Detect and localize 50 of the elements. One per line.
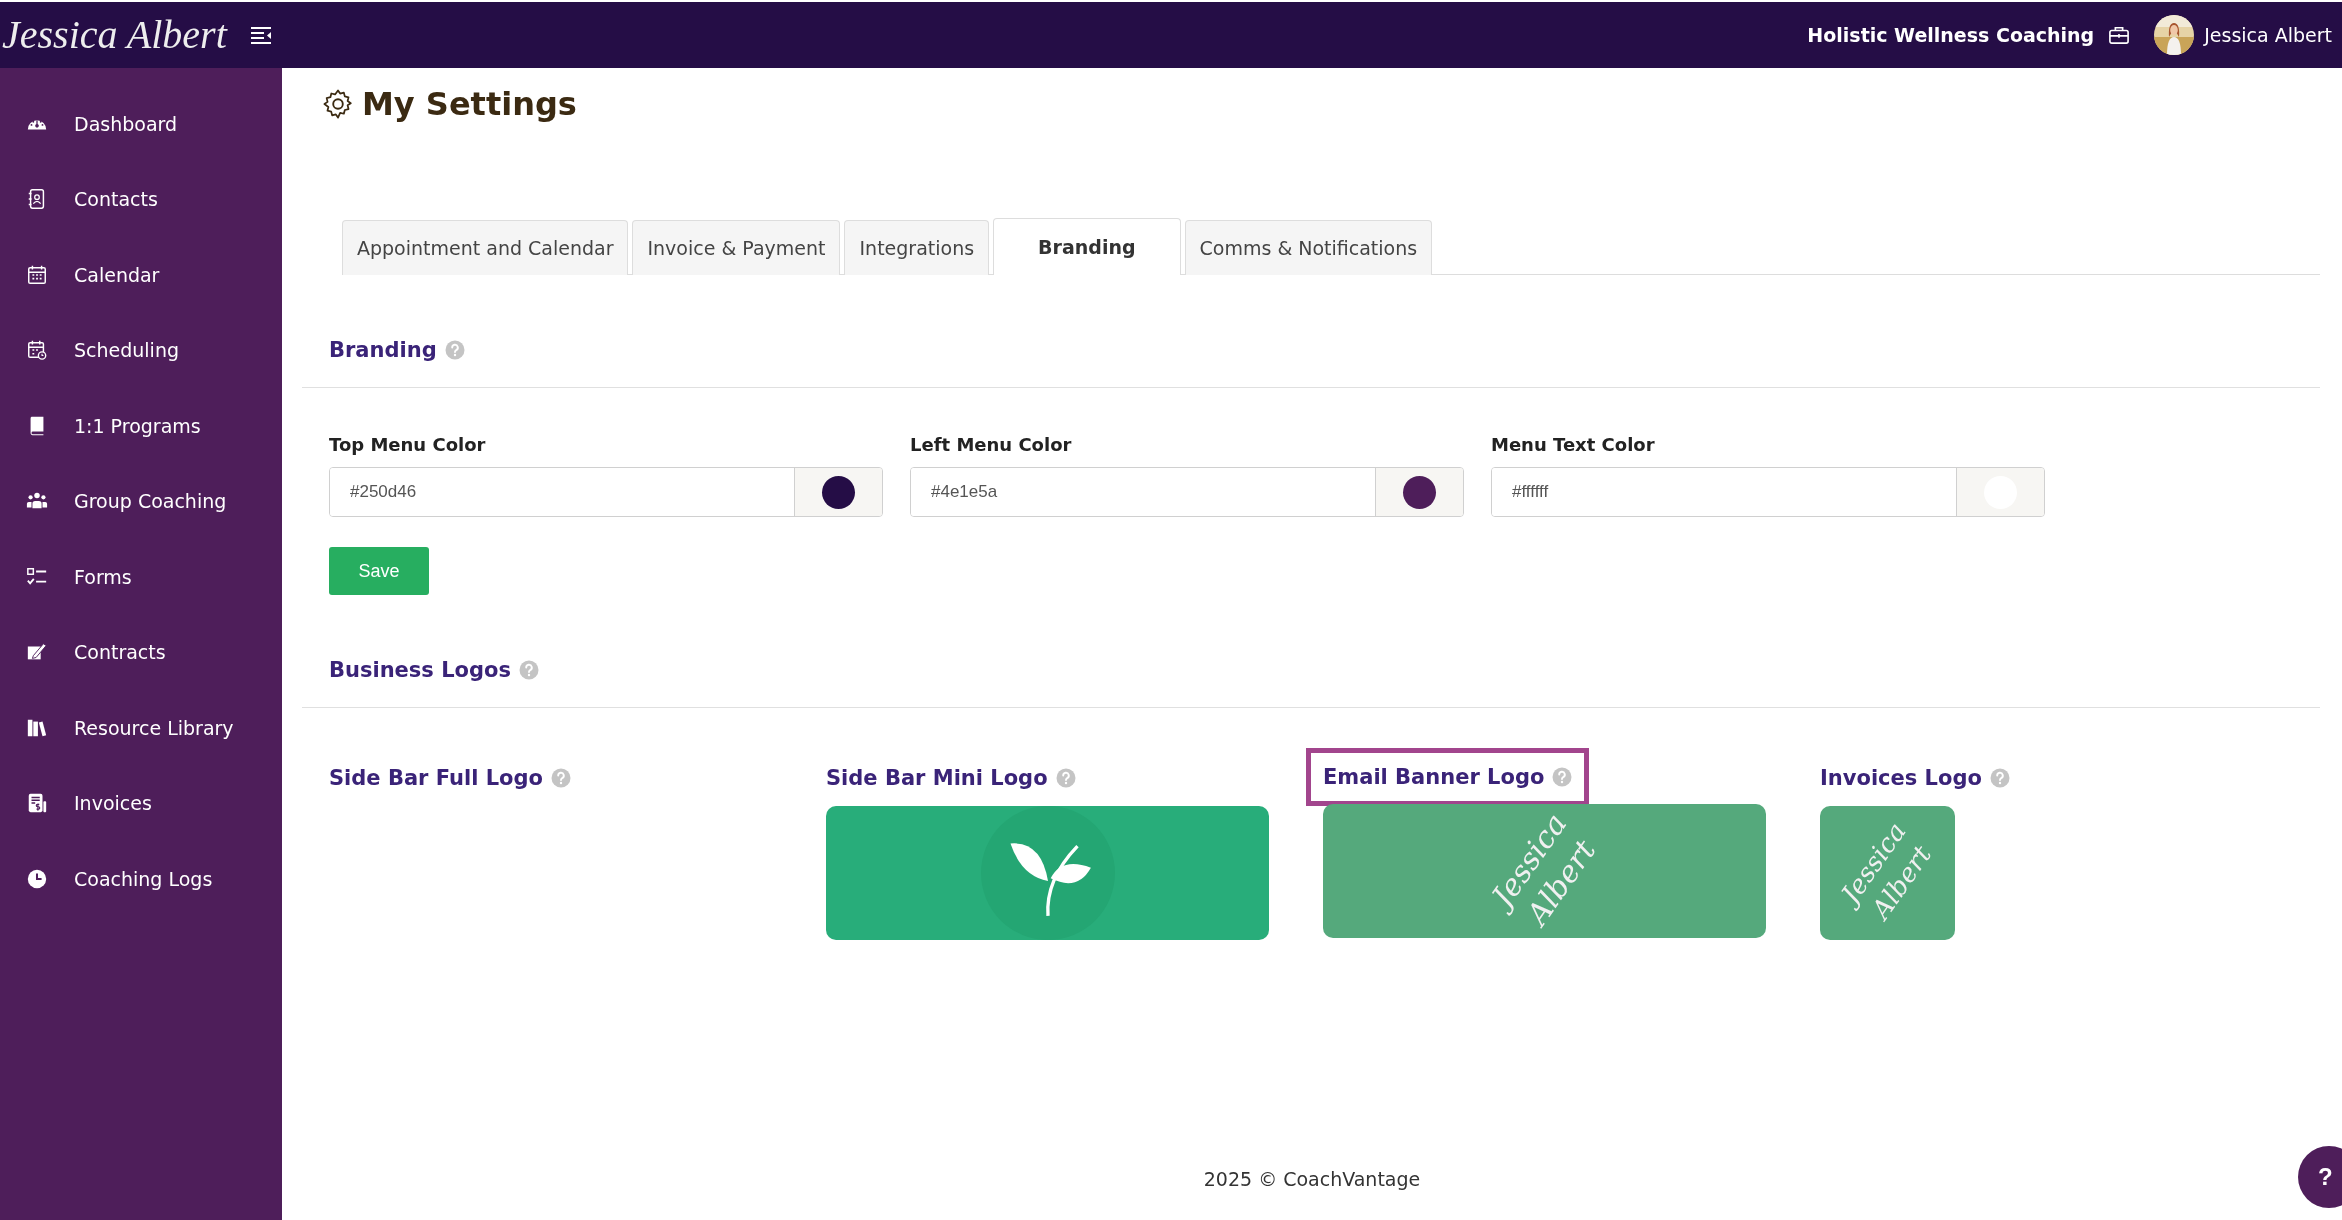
logo-label: Side Bar Mini Logo xyxy=(826,766,1048,790)
logo-label: Invoices Logo xyxy=(1820,766,1982,790)
calendar-icon xyxy=(26,263,48,286)
user-name[interactable]: Jessica Albert xyxy=(2204,24,2332,46)
sidebar-item[interactable]: Contacts xyxy=(0,161,282,237)
tab[interactable]: Appointment and Calendar xyxy=(342,220,629,275)
help-icon[interactable] xyxy=(1055,768,1076,788)
color-picker[interactable] xyxy=(794,468,882,516)
sidebar-item[interactable]: Group Coaching xyxy=(0,463,282,539)
business-name: Holistic Wellness Coaching xyxy=(1807,24,2095,46)
calendar-clock-icon xyxy=(26,339,48,362)
sidebar-item[interactable]: Forms xyxy=(0,539,282,615)
clock-icon xyxy=(26,867,48,890)
brand-logo: Jessica Albert xyxy=(2,11,229,59)
color-picker[interactable] xyxy=(1956,468,2044,516)
field-label: Left Menu Color xyxy=(910,434,1073,455)
field-label: Top Menu Color xyxy=(329,434,487,455)
help-icon[interactable] xyxy=(518,660,539,680)
sidebar-item[interactable]: Coaching Logs xyxy=(0,841,282,917)
footer-text: 2025 © CoachVantage xyxy=(1203,1168,1421,1190)
invoice-dollar-icon xyxy=(26,792,48,815)
sidebar-item[interactable]: Invoices xyxy=(0,765,282,841)
section-heading: Business Logos xyxy=(329,658,511,682)
color-field[interactable]: #ffffff xyxy=(1491,467,2045,517)
sidebar-item[interactable]: 1:1 Programs xyxy=(0,388,282,464)
help-icon[interactable] xyxy=(1552,767,1573,787)
color-field[interactable]: #4e1e5a xyxy=(910,467,1464,517)
sidebar-item[interactable]: Scheduling xyxy=(0,312,282,388)
help-icon[interactable] xyxy=(1989,768,2010,788)
tab[interactable]: Invoice & Payment xyxy=(632,220,841,275)
help-icon[interactable] xyxy=(551,768,571,788)
tab[interactable]: Branding xyxy=(993,218,1181,275)
sidebar-item[interactable]: Resource Library xyxy=(0,690,282,766)
logo-label: Email Banner Logo xyxy=(1323,765,1545,789)
color-field[interactable]: #250d46 xyxy=(329,467,883,517)
logo-label: Side Bar Full Logo xyxy=(329,766,543,790)
section-heading: Branding xyxy=(329,338,437,362)
color-picker[interactable] xyxy=(1375,468,1463,516)
page-title: My Settings xyxy=(362,85,577,123)
help-button[interactable]: ? xyxy=(2298,1146,2342,1208)
tab[interactable]: Integrations xyxy=(844,220,990,275)
field-label: Menu Text Color xyxy=(1491,434,1656,455)
tab[interactable]: Comms & Notifications xyxy=(1184,220,1433,275)
sidebar-item[interactable]: Dashboard xyxy=(0,86,282,162)
gear-icon xyxy=(322,88,354,120)
sidebar-item[interactable]: Contracts xyxy=(0,614,282,690)
sidebar-item[interactable]: Calendar xyxy=(0,237,282,313)
menu-collapse-icon[interactable] xyxy=(248,25,273,45)
help-icon[interactable] xyxy=(444,340,465,360)
briefcase-icon[interactable] xyxy=(2108,25,2131,45)
